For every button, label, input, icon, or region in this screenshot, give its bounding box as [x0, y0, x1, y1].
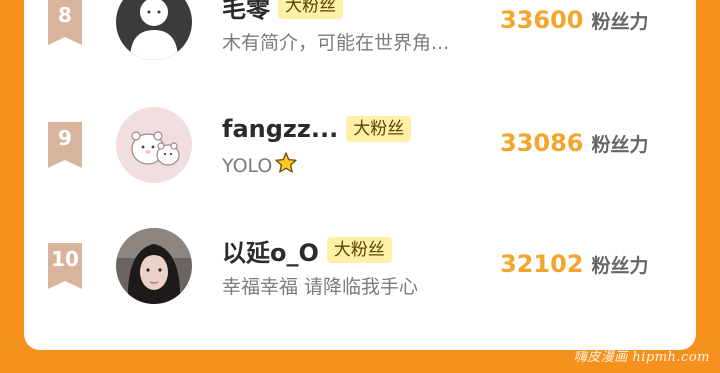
user-bio: YOLO: [222, 151, 298, 180]
bio-text: YOLO: [222, 154, 273, 177]
leaderboard-row[interactable]: 10 以延o_O 大粉丝 幸福幸福 请降临我手心 32102 粉丝力: [24, 224, 696, 308]
user-name[interactable]: fangzz...: [222, 115, 338, 143]
bear-cartoon-avatar-icon: [116, 107, 192, 183]
fan-badge: 大粉丝: [346, 116, 412, 142]
screen: 8 毛零 大粉丝 木有简介，可能在世界角... 33600 粉丝力 9 fang…: [0, 0, 720, 373]
user-name[interactable]: 毛零: [222, 0, 270, 24]
fan-score: 33086 粉丝力: [500, 129, 649, 157]
rank-ribbon: 9: [48, 122, 82, 168]
user-bio: 幸福幸福 请降临我手心: [222, 272, 418, 299]
leaderboard-row[interactable]: 9 fangzz... 大粉丝 YOLO 33086 粉丝力: [24, 103, 696, 187]
avatar[interactable]: [116, 0, 192, 60]
leaderboard-row[interactable]: 8 毛零 大粉丝 木有简介，可能在世界角... 33600 粉丝力: [24, 0, 696, 64]
rank-number: 9: [58, 126, 72, 150]
user-name-line: 以延o_O 大粉丝: [222, 233, 392, 268]
fan-badge: 大粉丝: [326, 237, 392, 263]
user-name-line: 毛零 大粉丝: [222, 0, 343, 24]
score-value: 32102: [500, 250, 584, 278]
fan-badge: 大粉丝: [278, 0, 343, 19]
user-bio: 木有简介，可能在世界角...: [222, 28, 449, 55]
star-icon: [274, 151, 298, 180]
score-unit: 粉丝力: [591, 11, 649, 33]
portrait-photo-avatar-icon: [116, 228, 192, 304]
user-name-line: fangzz... 大粉丝: [222, 113, 412, 145]
score-unit: 粉丝力: [591, 134, 649, 156]
default-person-avatar-icon: [116, 0, 192, 60]
rank-number: 10: [51, 247, 79, 271]
rank-ribbon: 10: [48, 243, 82, 289]
bio-text: 木有简介，可能在世界角...: [222, 32, 450, 54]
score-unit: 粉丝力: [591, 255, 649, 277]
rank-ribbon: 8: [48, 0, 82, 45]
avatar[interactable]: [116, 107, 192, 183]
score-value: 33600: [500, 6, 584, 34]
bio-text: 幸福幸福 请降临我手心: [222, 276, 419, 298]
score-value: 33086: [500, 129, 584, 157]
fan-score: 33600 粉丝力: [500, 6, 649, 34]
user-name[interactable]: 以延o_O: [222, 233, 319, 268]
fan-score: 32102 粉丝力: [500, 250, 649, 278]
watermark: 嗨皮漫画 hipmh.com: [573, 350, 710, 365]
leaderboard-card: 8 毛零 大粉丝 木有简介，可能在世界角... 33600 粉丝力 9 fang…: [24, 0, 696, 350]
avatar[interactable]: [116, 228, 192, 304]
rank-number: 8: [58, 3, 72, 27]
